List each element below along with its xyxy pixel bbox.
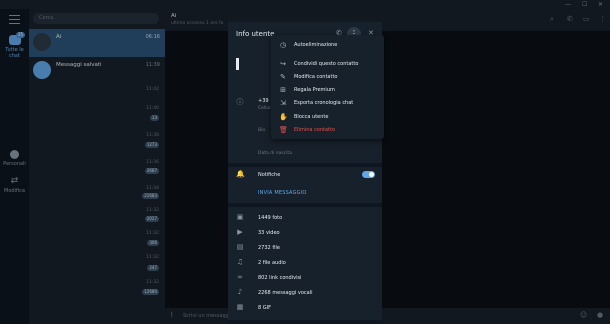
avatar: [236, 58, 239, 70]
phone-value[interactable]: +39: [258, 98, 269, 104]
notifications-toggle[interactable]: [362, 171, 375, 178]
menu-item-label: Autoeliminazione: [294, 42, 338, 48]
media-audio[interactable]: 2 file audio: [258, 260, 286, 266]
file-icon: ▤: [236, 243, 244, 251]
menu-item-delete-contact[interactable]: 🗑 Elimina contatto: [271, 124, 384, 136]
birth-label: Data di nascita: [258, 151, 292, 156]
media-files[interactable]: 2732 file: [258, 245, 280, 251]
video-icon: ▶: [237, 228, 243, 236]
send-message-button[interactable]: INVIA MESSAGGIO: [258, 190, 307, 196]
menu-item-edit-contact[interactable]: ✎ Modifica contatto: [271, 71, 384, 83]
timer-icon: ◷: [279, 41, 287, 49]
menu-item-export-history[interactable]: ⇲ Esporta cronologia chat: [271, 97, 384, 109]
divider: [228, 320, 382, 324]
menu-item-gift-premium[interactable]: ⊞ Regala Premium: [271, 84, 384, 96]
menu-item-label: Modifica contatto: [294, 74, 338, 80]
divider: [228, 163, 382, 167]
edit-icon: ✎: [280, 73, 286, 81]
media-videos[interactable]: 33 video: [258, 230, 280, 236]
options-dropdown: ◷ Autoeliminazione ↪ Condividi questo co…: [271, 35, 384, 139]
menu-item-label: Condividi questo contatto: [294, 61, 359, 67]
bio-label: Bio: [258, 128, 266, 133]
divider: [228, 203, 382, 207]
gif-icon: ▦: [236, 303, 244, 311]
menu-item-block-user[interactable]: ✋ Blocca utente: [271, 111, 384, 123]
gift-icon: ⊞: [280, 86, 286, 94]
bell-icon: 🔔: [236, 170, 245, 178]
menu-item-auto-delete[interactable]: ◷ Autoeliminazione: [271, 39, 384, 51]
media-links[interactable]: 802 link condivisi: [258, 275, 301, 281]
media-voice[interactable]: 2268 messaggi vocali: [258, 290, 312, 296]
menu-item-label: Esporta cronologia chat: [294, 100, 354, 106]
menu-item-label: Elimina contatto: [294, 127, 336, 133]
menu-item-label: Regala Premium: [294, 87, 335, 93]
headphones-icon: ♫: [236, 258, 244, 266]
media-photos[interactable]: 1449 foto: [258, 215, 282, 221]
share-icon: ↪: [280, 60, 286, 68]
info-icon: ⓘ: [236, 98, 244, 106]
trash-icon: 🗑: [279, 126, 288, 134]
link-icon: ∞: [237, 273, 243, 281]
block-icon: ✋: [279, 113, 288, 121]
panel-title: Info utente: [236, 30, 275, 38]
photo-icon: ▣: [236, 213, 244, 221]
media-gif[interactable]: 8 GIF: [258, 305, 271, 311]
menu-item-share-contact[interactable]: ↪ Condividi questo contatto: [271, 58, 384, 70]
notifications-label: Notifiche: [258, 172, 281, 178]
export-icon: ⇲: [280, 99, 286, 107]
menu-item-label: Blocca utente: [294, 114, 329, 120]
mic-icon: ♪: [237, 288, 243, 296]
